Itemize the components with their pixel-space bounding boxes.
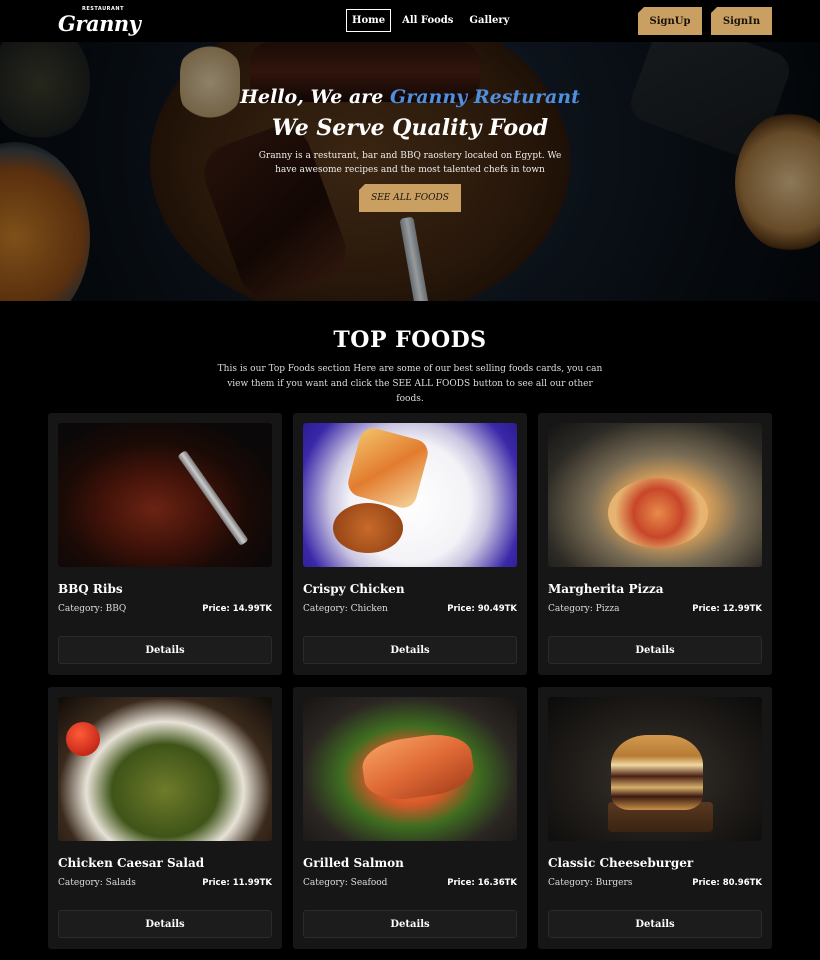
hero-greeting-prefix: Hello, We are bbox=[240, 86, 390, 108]
food-image bbox=[548, 423, 762, 567]
food-category: Category: Chicken bbox=[303, 604, 388, 614]
food-image bbox=[548, 697, 762, 841]
details-button[interactable]: Details bbox=[58, 910, 272, 938]
navbar: RESTAURANT Granny Home All Foods Gallery… bbox=[0, 0, 820, 42]
hero-description: Granny is a resturant, bar and BBQ raost… bbox=[258, 151, 562, 175]
food-card: Classic Cheeseburger Category: Burgers P… bbox=[538, 687, 772, 949]
signin-button[interactable]: SignIn bbox=[711, 7, 772, 35]
food-card: Margherita Pizza Category: Pizza Price: … bbox=[538, 413, 772, 675]
food-category: Category: Burgers bbox=[548, 878, 633, 888]
food-image bbox=[303, 423, 517, 567]
food-price: Price: 80.96TK bbox=[692, 878, 762, 888]
food-name: Grilled Salmon bbox=[303, 856, 404, 870]
details-button[interactable]: Details bbox=[548, 636, 762, 664]
section-description: This is our Top Foods section Here are s… bbox=[217, 364, 603, 404]
logo-text: Granny bbox=[58, 11, 141, 36]
details-button[interactable]: Details bbox=[303, 910, 517, 938]
food-price: Price: 16.36TK bbox=[447, 878, 517, 888]
food-name: BBQ Ribs bbox=[58, 582, 123, 596]
food-card: BBQ Ribs Category: BBQ Price: 14.99TK De… bbox=[48, 413, 282, 675]
hero-brand-name: Granny Resturant bbox=[389, 86, 580, 108]
food-card: Crispy Chicken Category: Chicken Price: … bbox=[293, 413, 527, 675]
food-price: Price: 11.99TK bbox=[202, 878, 272, 888]
food-name: Classic Cheeseburger bbox=[548, 856, 694, 870]
hero-greeting: Hello, We are Granny Resturant bbox=[0, 86, 820, 108]
food-price: Price: 12.99TK bbox=[692, 604, 762, 614]
food-image bbox=[58, 423, 272, 567]
food-category: Category: Pizza bbox=[548, 604, 620, 614]
details-button[interactable]: Details bbox=[303, 636, 517, 664]
nav-link-gallery[interactable]: Gallery bbox=[464, 10, 514, 31]
food-image bbox=[58, 697, 272, 841]
food-name: Crispy Chicken bbox=[303, 582, 405, 596]
food-price: Price: 90.49TK bbox=[447, 604, 517, 614]
food-name: Chicken Caesar Salad bbox=[58, 856, 205, 870]
section-title: TOP FOODS bbox=[333, 327, 487, 353]
food-category: Category: Seafood bbox=[303, 878, 388, 888]
food-category: Category: BBQ bbox=[58, 604, 127, 614]
food-card: Chicken Caesar Salad Category: Salads Pr… bbox=[48, 687, 282, 949]
food-image bbox=[303, 697, 517, 841]
food-name: Margherita Pizza bbox=[548, 582, 664, 596]
nav-links: Home All Foods Gallery bbox=[346, 9, 514, 32]
food-card: Grilled Salmon Category: Seafood Price: … bbox=[293, 687, 527, 949]
food-price: Price: 14.99TK bbox=[202, 604, 272, 614]
details-button[interactable]: Details bbox=[58, 636, 272, 664]
signup-button[interactable]: SignUp bbox=[638, 7, 702, 35]
see-all-foods-button[interactable]: SEE ALL FOODS bbox=[359, 184, 461, 212]
hero-subtitle: We Serve Quality Food bbox=[271, 115, 549, 141]
food-category: Category: Salads bbox=[58, 878, 136, 888]
nav-link-all-foods[interactable]: All Foods bbox=[397, 10, 458, 31]
details-button[interactable]: Details bbox=[548, 910, 762, 938]
hero-banner: Hello, We are Granny Resturant We Serve … bbox=[0, 42, 820, 301]
logo[interactable]: RESTAURANT Granny bbox=[58, 6, 141, 36]
nav-link-home[interactable]: Home bbox=[346, 9, 392, 32]
